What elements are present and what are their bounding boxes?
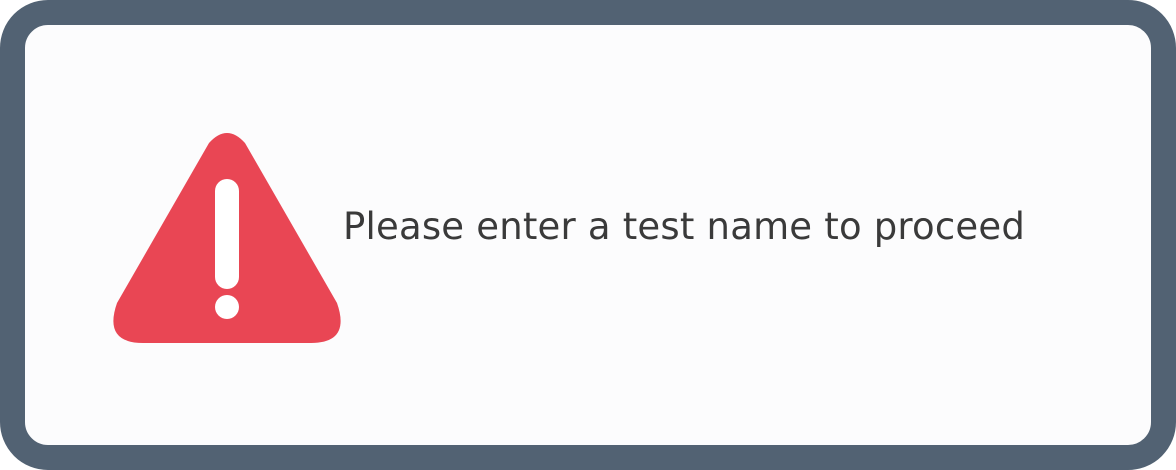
warning-triangle-icon — [113, 133, 341, 343]
alert-message: Please enter a test name to proceed — [343, 205, 1026, 248]
